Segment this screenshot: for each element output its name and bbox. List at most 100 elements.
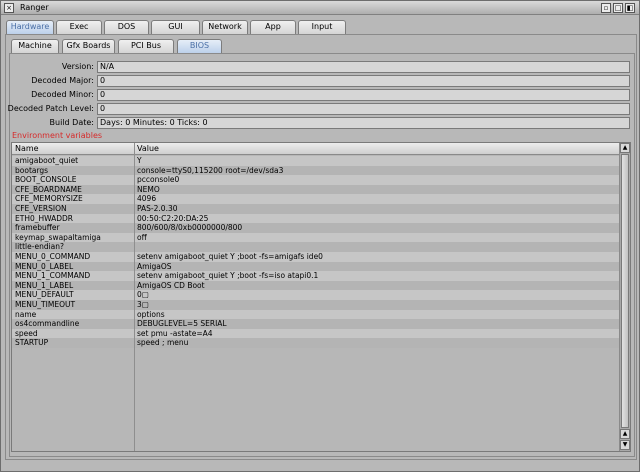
table-row[interactable]: CFE_BOARDNAME NEMO [12, 184, 619, 195]
scrollbar-thumb[interactable] [621, 154, 629, 428]
column-header-value[interactable]: Value [135, 143, 615, 154]
table-row[interactable]: MENU_TIMEOUT 3▢ [12, 299, 619, 310]
table-row[interactable]: CFE_MEMORYSIZE 4096 [12, 194, 619, 204]
main-tab-bar: Hardware Exec DOS GUI Network App Input [6, 20, 636, 34]
env-var-name: STARTUP [15, 338, 49, 348]
env-var-value: AmigaOS [137, 261, 172, 271]
tab-bios[interactable]: BIOS [177, 39, 222, 53]
env-var-value: PAS-2.0.30 [137, 203, 178, 213]
tab-label: DOS [117, 22, 136, 31]
decoded-major-value: 0 [97, 75, 630, 87]
table-row[interactable]: MENU_0_COMMAND setenv amigaboot_quiet Y ;… [12, 251, 619, 262]
table-row[interactable]: bootargs console=ttyS0,115200 root=/dev/s… [12, 165, 619, 176]
table-row[interactable]: ETH0_HWADDR 00:50:C2:20:DA:25 [12, 213, 619, 224]
env-var-value: pcconsole0 [137, 175, 180, 185]
table-row[interactable]: CFE_VERSION PAS-2.0.30 [12, 203, 619, 214]
tab-gui[interactable]: GUI [151, 20, 200, 34]
tab-hardware[interactable]: Hardware [6, 20, 54, 34]
tab-label: App [265, 22, 281, 31]
depth-icon[interactable]: ◧ [625, 3, 635, 13]
tab-exec[interactable]: Exec [56, 20, 102, 34]
build-date-label: Build Date: [49, 118, 94, 127]
table-row[interactable]: os4commandline DEBUGLEVEL=5 SERIAL [12, 319, 619, 329]
tab-pci-bus[interactable]: PCI Bus [118, 39, 174, 53]
tab-machine[interactable]: Machine [11, 39, 59, 53]
decoded-minor-value: 0 [97, 89, 630, 101]
table-row[interactable]: framebuffer 800/600/8/0xb0000000/800 [12, 223, 619, 233]
scroll-down-icon[interactable]: ▼ [620, 440, 630, 450]
table-row[interactable]: amigaboot_quiet Y [12, 156, 619, 166]
version-value: N/A [97, 61, 630, 73]
env-var-name: MENU_TIMEOUT [15, 299, 76, 309]
tab-label: Network [208, 22, 242, 31]
table-row[interactable]: keymap_swapaltamiga off [12, 232, 619, 243]
tab-label: GUI [168, 22, 183, 31]
minimize-icon[interactable]: ▫ [601, 3, 611, 13]
tab-label: BIOS [189, 41, 210, 50]
env-var-value: speed ; menu [137, 338, 189, 348]
tab-label: Gfx Boards [66, 41, 111, 50]
env-var-name: little-endian? [15, 242, 64, 252]
env-var-name: amigaboot_quiet [15, 156, 79, 165]
tab-input[interactable]: Input [298, 20, 346, 34]
table-row[interactable]: MENU_DEFAULT 0▢ [12, 290, 619, 300]
tab-label: Machine [18, 41, 52, 50]
tab-network[interactable]: Network [202, 20, 248, 34]
scroll-up-icon[interactable]: ▲ [620, 429, 630, 439]
tab-label: Hardware [10, 22, 50, 31]
env-var-value: 4096 [137, 194, 157, 204]
environment-variables-heading: Environment variables [12, 131, 103, 140]
table-row[interactable]: MENU_1_LABEL AmigaOS CD Boot [12, 280, 619, 291]
column-header-name[interactable]: Name [13, 143, 134, 154]
env-var-value: setenv amigaboot_quiet Y ;boot -fs=iso a… [137, 271, 319, 281]
environment-variables-table: Name Value amigaboot_quiet Ybootargs conso… [11, 142, 631, 452]
table-body: amigaboot_quiet Ybootargs console=ttyS0,11… [12, 156, 619, 348]
env-var-name: speed [15, 328, 38, 338]
env-var-name: MENU_0_LABEL [15, 261, 74, 271]
env-var-value: AmigaOS CD Boot [137, 280, 205, 290]
decoded-major-label: Decoded Major: [31, 76, 94, 85]
tab-dos[interactable]: DOS [104, 20, 149, 34]
env-var-value: off [137, 232, 147, 242]
env-var-value: 00:50:C2:20:DA:25 [137, 213, 209, 223]
env-var-value: 0▢ [137, 290, 149, 300]
env-var-value: options [137, 309, 165, 319]
env-var-value: set pmu -astate=A4 [137, 328, 213, 338]
zoom-icon[interactable]: □ [613, 3, 623, 13]
table-row[interactable]: BOOT_CONSOLE pcconsole0 [12, 175, 619, 185]
table-row[interactable]: little-endian? [12, 242, 619, 252]
env-var-name: MENU_1_COMMAND [15, 271, 91, 281]
env-var-name: framebuffer [15, 223, 60, 233]
table-row[interactable]: MENU_0_LABEL AmigaOS [12, 261, 619, 272]
column-divider[interactable] [134, 143, 135, 451]
env-var-value: console=ttyS0,115200 root=/dev/sda3 [137, 165, 284, 175]
tab-label: Exec [69, 22, 89, 31]
env-var-name: bootargs [15, 165, 49, 175]
env-var-value: DEBUGLEVEL=5 SERIAL [137, 319, 227, 329]
vertical-scrollbar[interactable]: ▲ ▲ ▼ [619, 143, 630, 451]
version-label: Version: [61, 62, 94, 71]
env-var-value: 3▢ [137, 299, 149, 309]
env-var-name: MENU_DEFAULT [15, 290, 74, 300]
env-var-name: os4commandline [15, 319, 80, 329]
env-var-value: 800/600/8/0xb0000000/800 [137, 223, 243, 233]
tab-label: PCI Bus [130, 41, 162, 50]
tab-app[interactable]: App [250, 20, 296, 34]
decoded-patch-level-value: 0 [97, 103, 630, 115]
tab-gfx-boards[interactable]: Gfx Boards [62, 39, 115, 53]
title-bar[interactable]: × Ranger ▫ □ ◧ [1, 1, 639, 15]
scroll-up-icon[interactable]: ▲ [620, 143, 630, 153]
table-row[interactable]: STARTUP speed ; menu [12, 338, 619, 348]
tab-label: Input [311, 22, 333, 31]
table-row[interactable]: name options [12, 309, 619, 320]
sub-tab-bar: Machine Gfx Boards PCI Bus BIOS [11, 39, 631, 53]
decoded-minor-label: Decoded Minor: [31, 90, 94, 99]
table-row[interactable]: MENU_1_COMMAND setenv amigaboot_quiet Y ;… [12, 271, 619, 281]
env-var-name: BOOT_CONSOLE [15, 175, 77, 185]
close-icon[interactable]: × [4, 3, 14, 13]
table-row[interactable]: speed set pmu -astate=A4 [12, 328, 619, 339]
env-var-name: name [15, 309, 37, 319]
env-var-name: MENU_0_COMMAND [15, 251, 91, 261]
env-var-name: MENU_1_LABEL [15, 280, 74, 290]
env-var-value: NEMO [137, 184, 160, 194]
